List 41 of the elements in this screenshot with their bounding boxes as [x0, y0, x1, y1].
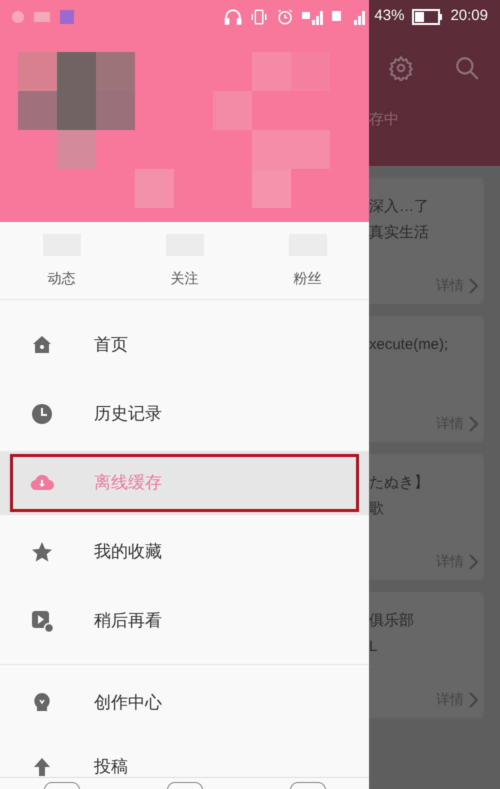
search-icon[interactable]	[454, 55, 480, 81]
chevron-right-icon	[468, 552, 480, 570]
menu-label: 首页	[94, 334, 128, 356]
battery-percent: 43%	[374, 6, 404, 26]
clock-icon	[30, 402, 54, 426]
stat-label[interactable]: 动态	[48, 268, 76, 289]
star-icon	[30, 540, 54, 564]
menu-label: 我的收藏	[94, 541, 162, 564]
menu-item[interactable]: 我的收藏	[10, 523, 359, 581]
menu-label: 离线缓存	[94, 472, 162, 494]
stat-label[interactable]: 关注	[170, 268, 198, 289]
chevron-right-icon	[468, 276, 480, 294]
menu-item[interactable]: 创作中心	[10, 674, 359, 732]
card-text: 真实生活	[369, 223, 430, 243]
card-text: 歌	[369, 499, 385, 519]
card-text: 深入…了	[369, 197, 430, 217]
chevron-right-icon	[468, 414, 480, 432]
battery-icon	[412, 8, 442, 24]
clock-time: 20:09	[450, 6, 488, 26]
menu-item[interactable]: 历史记录	[10, 385, 359, 443]
card-text: 俱乐部	[369, 611, 415, 631]
menu-label: 创作中心	[94, 692, 162, 714]
card-text: L	[369, 637, 378, 657]
card-text: xecute(me);	[369, 335, 450, 355]
menu-item[interactable]: 首页	[10, 316, 359, 374]
headphones-icon	[224, 8, 242, 26]
menu-label: 稍后再看	[94, 610, 162, 632]
card-text: たぬき】	[369, 473, 430, 493]
menu-item[interactable]: 投稿	[10, 738, 359, 789]
menu-item[interactable]: 离线缓存	[10, 454, 359, 512]
vibrate-icon	[250, 8, 268, 26]
chevron-right-icon	[468, 690, 480, 708]
menu-item[interactable]: 稍后再看	[10, 592, 359, 650]
settings-icon[interactable]	[388, 55, 414, 81]
gallery-icon	[60, 10, 74, 24]
video-clock-icon	[30, 609, 54, 633]
tab-label[interactable]: 存中	[369, 109, 500, 132]
menu-label: 投稿	[94, 756, 128, 778]
alarm-icon	[276, 8, 294, 26]
stat-label[interactable]: 粉丝	[294, 268, 322, 289]
menu-label: 历史记录	[94, 403, 162, 426]
